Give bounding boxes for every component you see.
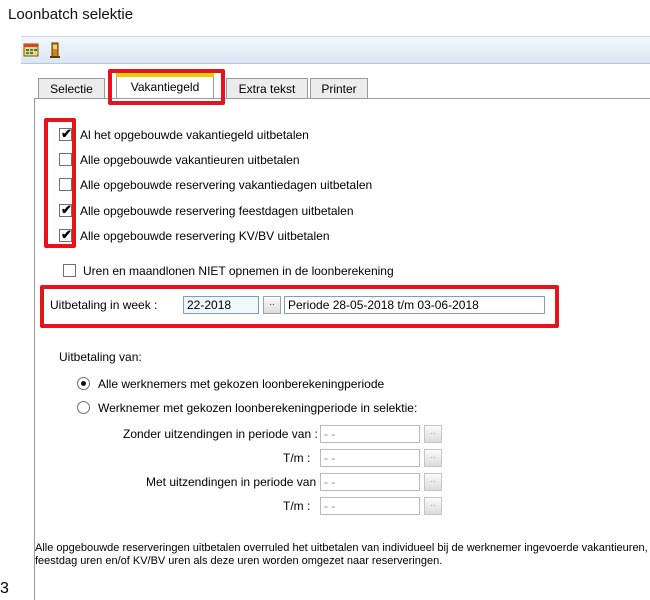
option-label-vakantieuren: Alle opgebouwde vakantieuren uitbetalen: [80, 153, 300, 167]
zonder-to-input[interactable]: - -: [320, 449, 420, 467]
radio-all-label: Alle werknemers met gekozen loonberekeni…: [98, 377, 385, 391]
option-label-vakantiegeld: Al het opgebouwde vakantiegeld uitbetale…: [80, 128, 309, 142]
zonder-period-label: Zonder uitzendingen in periode van :: [123, 427, 318, 441]
calendar-icon[interactable]: [23, 41, 41, 59]
exclude-uren-label: Uren en maandlonen NIET opnemen in de lo…: [83, 264, 394, 278]
tab-panel: [34, 98, 650, 600]
tab-extra-tekst[interactable]: Extra tekst: [226, 78, 308, 98]
window-title: Loonbatch selektie: [8, 6, 134, 23]
radio-selected-dot: [81, 381, 86, 386]
step-number: 3: [0, 580, 9, 597]
checkbox-exclude-uren[interactable]: [63, 264, 76, 277]
met-to-label: T/m :: [283, 499, 311, 513]
met-from-input[interactable]: - -: [320, 473, 420, 491]
zonder-to-button[interactable]: ..: [424, 449, 442, 467]
tab-printer[interactable]: Printer: [310, 78, 368, 98]
week-highlight-box: [40, 285, 559, 328]
zonder-from-button[interactable]: ..: [424, 425, 442, 443]
radio-selection-label: Werknemer met gekozen loonberekeningperi…: [98, 401, 418, 415]
exit-door-icon[interactable]: [46, 41, 64, 59]
option-label-kvbv: Alle opgebouwde reservering KV/BV uitbet…: [80, 229, 330, 243]
payout-heading: Uitbetaling van:: [59, 350, 142, 364]
tab-selectie-label: Selectie: [50, 82, 93, 96]
met-to-input[interactable]: - -: [320, 497, 420, 515]
met-to-button[interactable]: ..: [424, 497, 442, 515]
met-from-button[interactable]: ..: [424, 473, 442, 491]
toolbar: [21, 36, 650, 64]
tab-selectie[interactable]: Selectie: [38, 78, 105, 98]
option-label-vakantiedagen: Alle opgebouwde reservering vakantiedage…: [80, 178, 373, 192]
checkbox-highlight-box: [44, 118, 76, 248]
info-note: Alle opgebouwde reserveringen uitbetalen…: [35, 542, 648, 567]
option-label-feestdagen: Alle opgebouwde reservering feestdagen u…: [80, 204, 354, 218]
met-period-label: Met uitzendingen in periode van :: [146, 475, 323, 489]
tab-highlight-box: [108, 69, 225, 105]
zonder-to-label: T/m :: [283, 451, 311, 465]
radio-selection-employee[interactable]: [77, 401, 90, 414]
zonder-from-input[interactable]: - -: [320, 425, 420, 443]
tab-printer-label: Printer: [321, 82, 357, 96]
radio-all-employees[interactable]: [77, 377, 90, 390]
tab-extra-tekst-label: Extra tekst: [238, 82, 296, 96]
